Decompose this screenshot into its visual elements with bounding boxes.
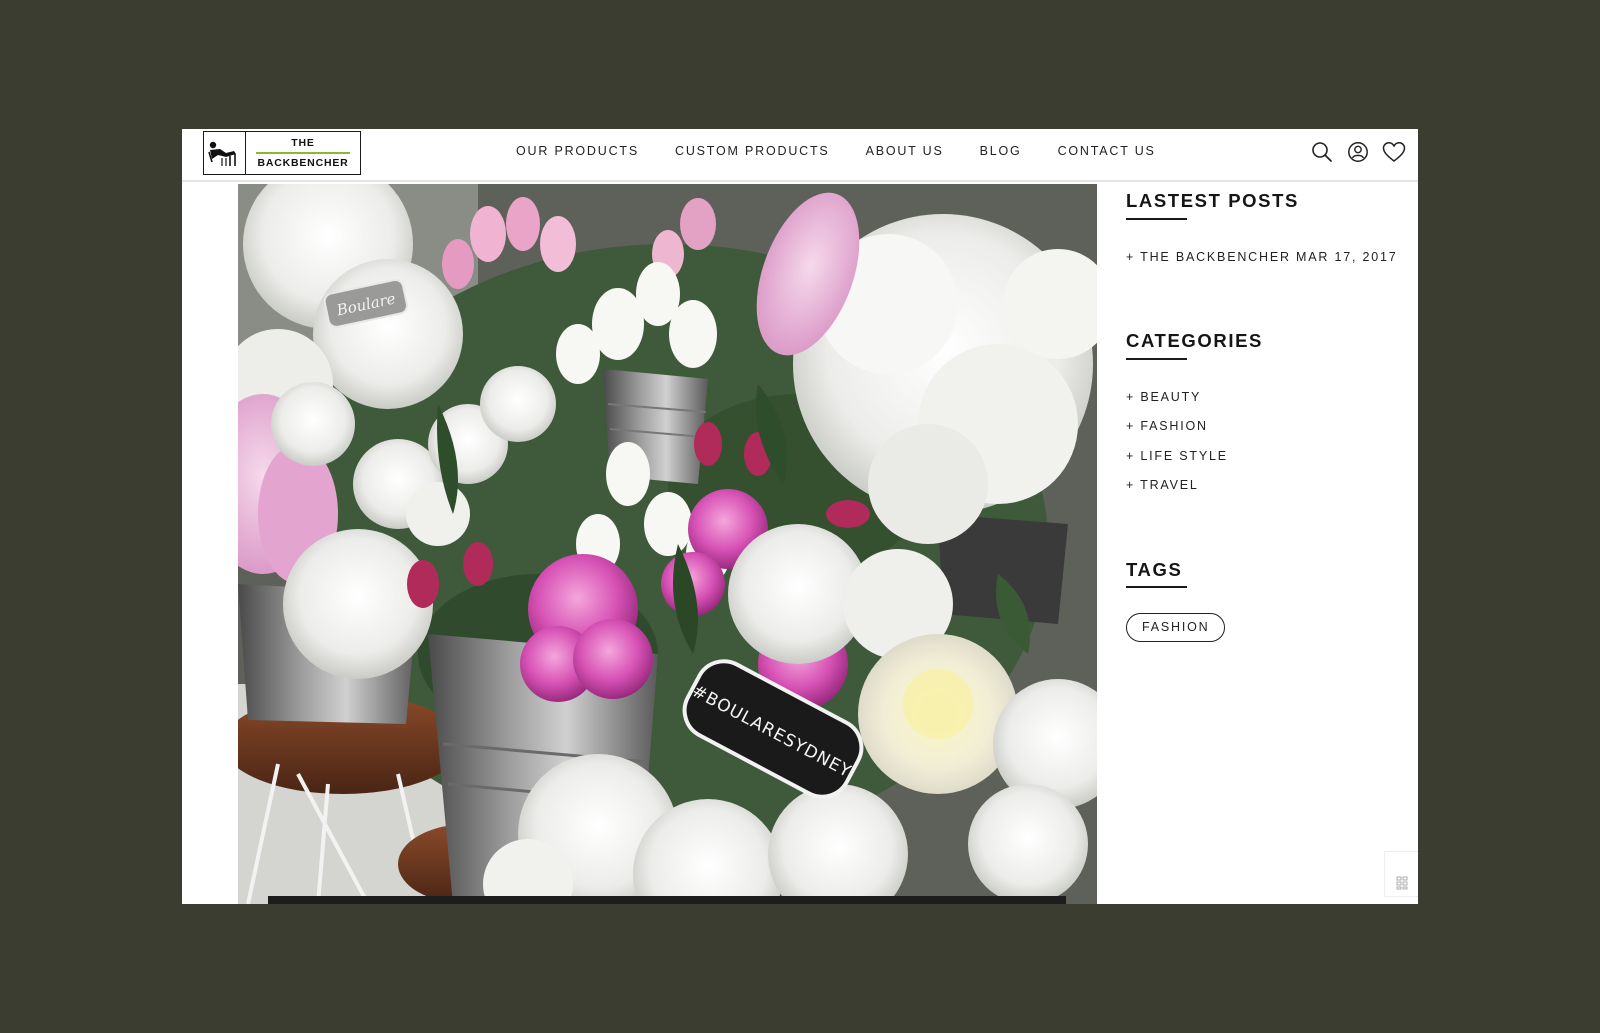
logo-accent-rule — [256, 151, 350, 154]
tags-list: FASHION — [1126, 613, 1416, 642]
latest-posts-widget: LASTEST POSTS + THE BACKBENCHER MAR 17, … — [1126, 190, 1416, 264]
image-caption-bar — [268, 896, 1066, 904]
category-life-style[interactable]: + LIFE STYLE — [1126, 449, 1416, 463]
latest-posts-list: + THE BACKBENCHER MAR 17, 2017 — [1126, 250, 1416, 264]
backbencher-logo-icon — [204, 132, 246, 174]
category-travel[interactable]: + TRAVEL — [1126, 479, 1416, 492]
blog-sidebar: LASTEST POSTS + THE BACKBENCHER MAR 17, … — [1126, 184, 1416, 642]
category-fashion[interactable]: + FASHION — [1126, 420, 1416, 433]
site-logo[interactable]: THE BACKBENCHER — [203, 131, 361, 175]
nav-our-products[interactable]: OUR PRODUCTS — [516, 144, 639, 158]
nav-about-us[interactable]: ABOUT US — [866, 144, 944, 158]
latest-post-item[interactable]: + THE BACKBENCHER MAR 17, 2017 — [1126, 250, 1416, 264]
tags-title: TAGS — [1126, 558, 1183, 580]
logo-line-1: THE — [291, 137, 315, 149]
tags-widget: TAGS FASHION — [1126, 558, 1416, 642]
nav-contact-us[interactable]: CONTACT US — [1058, 144, 1156, 158]
header-icons — [1310, 129, 1418, 174]
main-nav: OUR PRODUCTS CUSTOM PRODUCTS ABOUT US BL… — [516, 129, 1192, 172]
latest-posts-title: LASTEST POSTS — [1126, 190, 1299, 211]
search-icon[interactable] — [1310, 140, 1334, 164]
latest-posts-underline — [1126, 217, 1187, 220]
browser-window: THE BACKBENCHER OUR PRODUCTS CUSTOM PROD… — [182, 129, 1418, 904]
heart-icon[interactable] — [1382, 140, 1406, 164]
logo-wordmark: THE BACKBENCHER — [246, 132, 360, 174]
site-header: THE BACKBENCHER OUR PRODUCTS CUSTOM PROD… — [182, 129, 1418, 182]
categories-underline — [1126, 357, 1187, 360]
tags-underline — [1126, 586, 1187, 588]
categories-title: CATEGORIES — [1126, 330, 1263, 351]
categories-widget: CATEGORIES + BEAUTY + FASHION + LIFE STY… — [1126, 330, 1416, 492]
featured-post-image[interactable]: Boulare #BOULARESYDNEY — [238, 184, 1097, 904]
categories-list: + BEAUTY + FASHION + LIFE STYLE + TRAVEL — [1126, 390, 1416, 492]
category-beauty[interactable]: + BEAUTY — [1126, 390, 1416, 404]
logo-line-2: BACKBENCHER — [257, 156, 349, 169]
floating-widget-button[interactable] — [1384, 851, 1418, 897]
grid-icon — [1396, 876, 1407, 890]
tag-fashion[interactable]: FASHION — [1126, 613, 1226, 642]
nav-custom-products[interactable]: CUSTOM PRODUCTS — [675, 144, 830, 158]
account-icon[interactable] — [1346, 140, 1370, 164]
nav-blog[interactable]: BLOG — [980, 144, 1022, 158]
